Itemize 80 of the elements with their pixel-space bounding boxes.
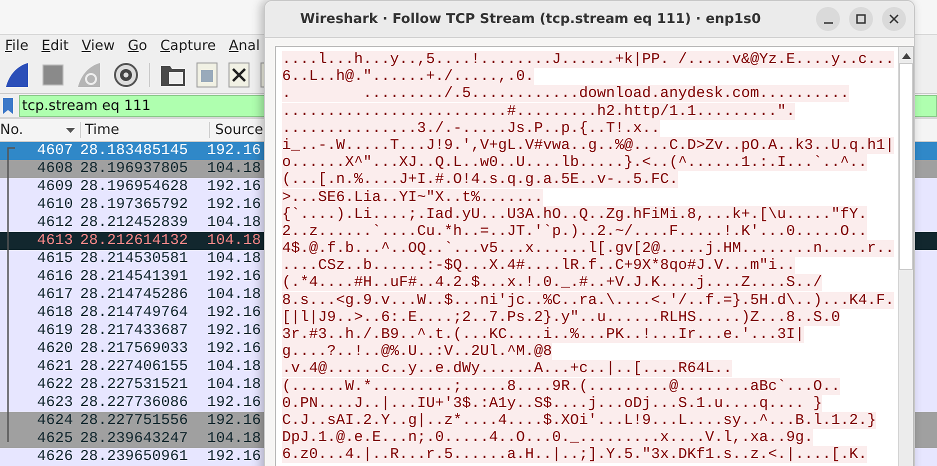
shark-fin-icon[interactable] <box>3 60 31 89</box>
table-cell-text: 4623 <box>36 394 73 412</box>
table-cell-text: 28.217433687 <box>80 322 190 340</box>
table-cell-text: 28.239650961 <box>80 448 190 466</box>
table-cell-text: 28.227736086 <box>80 394 190 412</box>
table-cell-text: 28.212614132 <box>80 232 190 250</box>
table-cell: 192.16 <box>207 322 262 340</box>
table-cell: 192.16 <box>207 340 262 358</box>
table-cell: 192.16 <box>207 196 262 214</box>
table-cell-text: 28.197365792 <box>80 196 190 214</box>
table-cell-text: 4615 <box>36 250 73 268</box>
table-cell-text: 4624 <box>36 412 73 430</box>
close-button[interactable] <box>882 7 906 31</box>
table-cell: 192.16 <box>207 178 262 196</box>
table-cell-text: 28.239643247 <box>80 430 190 448</box>
table-cell-text: 28.214749764 <box>80 304 190 322</box>
table-cell-text: 4626 <box>36 448 73 466</box>
column-header[interactable]: Time <box>80 122 209 138</box>
column-header[interactable]: No. <box>0 122 66 138</box>
table-cell: 192.16 <box>207 268 262 286</box>
table-cell: 104.18 <box>207 376 262 394</box>
sort-caret-icon <box>66 128 75 133</box>
table-cell: 104.18 <box>207 214 262 232</box>
menu-item[interactable]: Go <box>128 38 148 54</box>
menu-item[interactable]: Anal <box>228 38 260 54</box>
scroll-thumb[interactable] <box>899 63 913 270</box>
table-cell-text: 4617 <box>36 286 73 304</box>
window-title: Wireshark · Follow TCP Stream (tcp.stream eq 111) · enp1s0 <box>299 11 762 27</box>
minimize-icon <box>824 22 832 24</box>
column-header[interactable]: Source <box>209 122 264 138</box>
table-cell: 192.16 <box>207 304 262 322</box>
table-cell-text: 4612 <box>36 214 73 232</box>
table-cell-text: 28.227406155 <box>80 358 190 376</box>
table-cell-text: 4625 <box>36 430 73 448</box>
table-cell: 192.16 <box>207 142 262 160</box>
table-cell: 104.18 <box>207 232 262 250</box>
close-icon <box>889 14 899 24</box>
stop-icon[interactable] <box>41 62 65 87</box>
table-cell: 192.16 <box>207 412 262 430</box>
table-cell-text: 28.227751556 <box>80 412 190 430</box>
table-cell: 104.18 <box>207 160 262 178</box>
table-cell: 192.16 <box>207 448 262 466</box>
scrollbar[interactable] <box>898 47 913 466</box>
table-cell-text: 28.196937805 <box>80 160 190 178</box>
table-cell-text: 4610 <box>36 196 73 214</box>
table-cell-text: 4620 <box>36 340 73 358</box>
close-file-icon[interactable] <box>228 62 250 88</box>
table-cell-text: 28.214530581 <box>80 250 190 268</box>
menu-item[interactable]: Capture <box>160 38 216 54</box>
table-cell-text: 4607 <box>36 142 73 160</box>
table-cell-text: 28.227531521 <box>80 376 190 394</box>
table-cell-text: 28.217569033 <box>80 340 190 358</box>
table-cell-text: 4616 <box>36 268 73 286</box>
table-cell: 192.16 <box>207 394 262 412</box>
menu-item[interactable]: File <box>5 38 28 54</box>
gear-icon[interactable] <box>113 62 139 88</box>
restart-icon[interactable] <box>75 60 103 89</box>
table-cell-text: 28.196954628 <box>80 178 190 196</box>
table-cell: 104.18 <box>207 358 262 376</box>
table-cell-text: 4609 <box>36 178 73 196</box>
table-cell: 104.18 <box>207 250 262 268</box>
table-cell-text: 4619 <box>36 322 73 340</box>
minimize-button[interactable] <box>816 7 840 31</box>
table-cell-text: 28.183485145 <box>80 142 190 160</box>
table-cell-text: 4608 <box>36 160 73 178</box>
menu-item[interactable]: View <box>82 38 115 54</box>
table-cell-text: 28.212452839 <box>80 214 190 232</box>
menu-item[interactable]: Edit <box>41 38 69 54</box>
bookmark-icon[interactable] <box>3 98 13 114</box>
maximize-icon <box>856 14 866 24</box>
table-cell-text: 4613 <box>36 232 73 250</box>
table-cell-text: 28.214745286 <box>80 286 190 304</box>
table-cell-text: 28.214541391 <box>80 268 190 286</box>
table-cell-text: 4621 <box>36 358 73 376</box>
table-cell-text: 4622 <box>36 376 73 394</box>
table-cell-text: 4618 <box>36 304 73 322</box>
maximize-button[interactable] <box>849 7 873 31</box>
table-cell: 104.18 <box>207 430 262 448</box>
table-cell: 104.18 <box>207 286 262 304</box>
scroll-up-icon[interactable] <box>902 53 910 59</box>
